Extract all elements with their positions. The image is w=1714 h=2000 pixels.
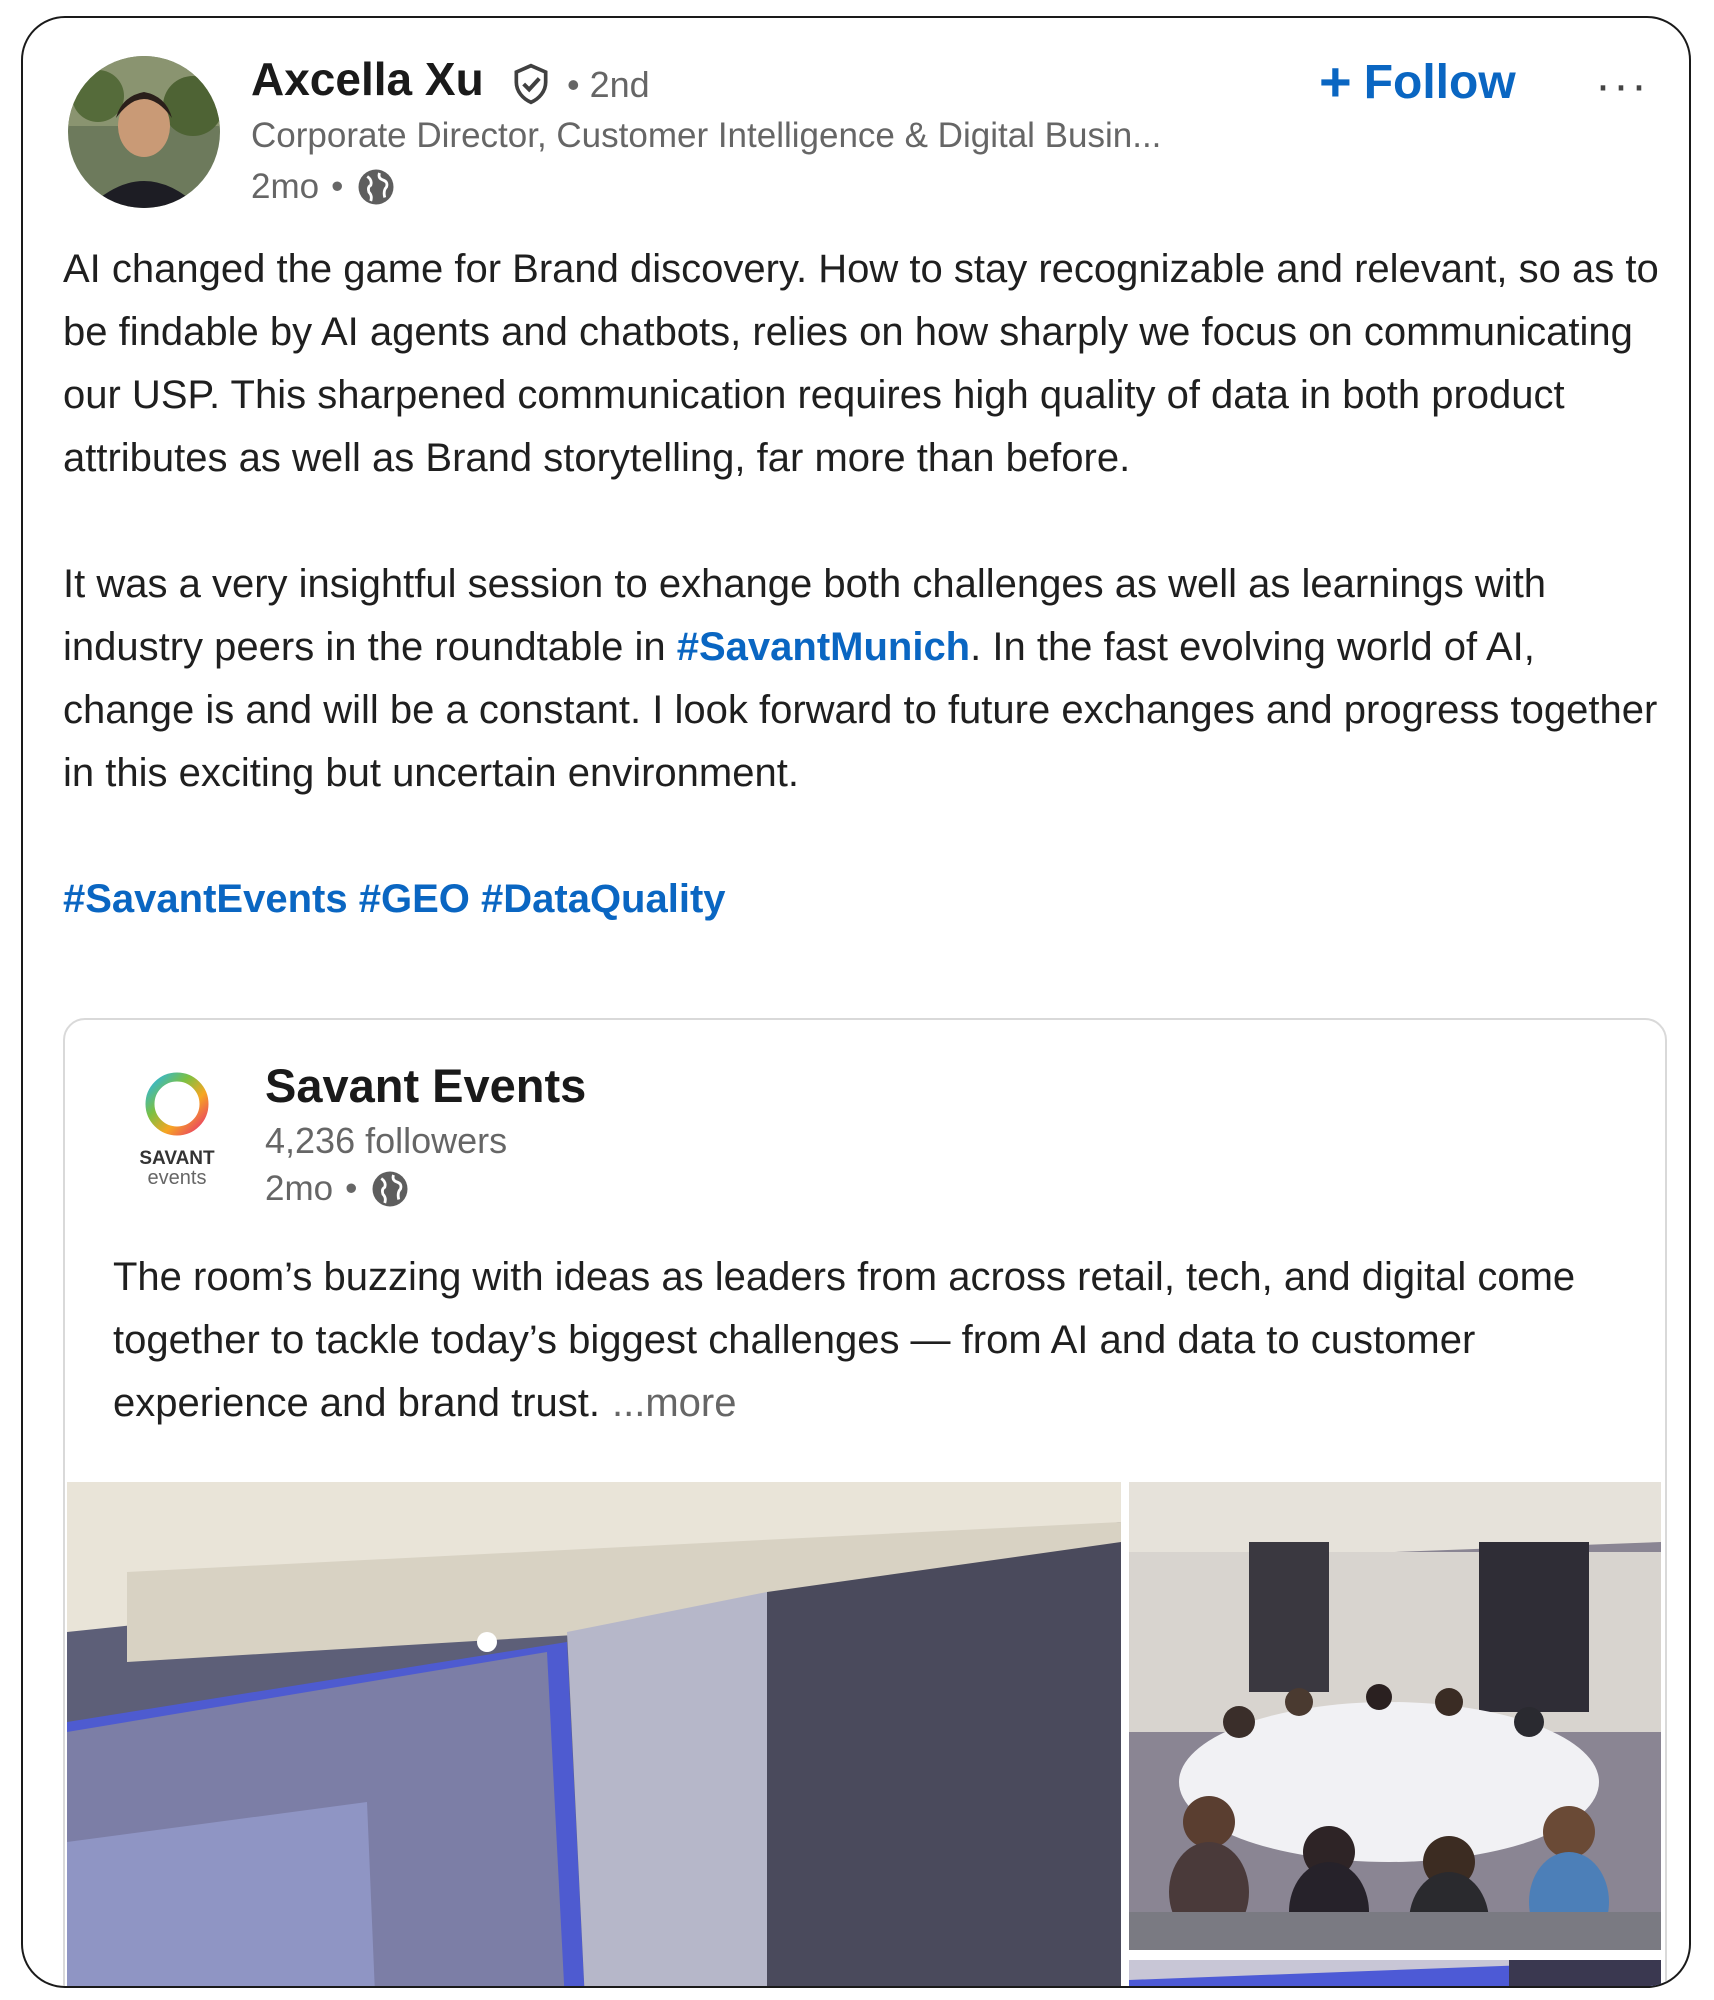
globe-icon xyxy=(358,169,394,205)
shared-post-time: 2mo xyxy=(265,1169,334,1208)
org-followers: 4,236 followers xyxy=(265,1120,508,1161)
org-name[interactable]: Savant Events xyxy=(265,1058,586,1113)
post-hashtags: #SavantEvents #GEO #DataQuality xyxy=(63,868,1663,931)
post-paragraph-1: AI changed the game for Brand discovery.… xyxy=(63,247,1659,480)
meta-separator: • xyxy=(345,1169,358,1208)
logo-word-savant: SAVANT xyxy=(139,1148,215,1169)
follow-button[interactable]: + Follow xyxy=(1319,50,1516,114)
hashtag-geo[interactable]: #GEO xyxy=(359,877,470,921)
shared-post-text: The room’s buzzing with ideas as leaders… xyxy=(113,1246,1633,1435)
author-avatar[interactable] xyxy=(68,56,220,208)
see-more-link[interactable]: ...more xyxy=(612,1381,736,1425)
globe-icon xyxy=(372,1171,408,1207)
shared-post-meta: 2mo • xyxy=(265,1168,411,1210)
event-photo-third[interactable] xyxy=(1129,1960,1661,1986)
logo-word-events: events xyxy=(148,1167,207,1188)
post-meta: 2mo • xyxy=(251,166,397,208)
more-options-icon[interactable]: ··· xyxy=(1595,58,1649,113)
savant-events-logo[interactable]: SAVANT events xyxy=(113,1060,241,1189)
connection-degree: • 2nd xyxy=(567,64,650,105)
follow-label: Follow xyxy=(1363,55,1516,109)
hashtag-savantevents[interactable]: #SavantEvents xyxy=(63,877,348,921)
post-time: 2mo xyxy=(251,167,320,206)
author-name[interactable]: Axcella Xu xyxy=(251,52,484,106)
post-paragraph-2: It was a very insightful session to exha… xyxy=(63,553,1663,805)
hashtag-dataquality[interactable]: #DataQuality xyxy=(481,877,726,921)
shared-post[interactable]: SAVANT events Savant Events 4,236 follow… xyxy=(63,1018,1667,1986)
hashtag-savantmunich[interactable]: #SavantMunich xyxy=(677,625,970,669)
feed-post-card: Axcella Xu • 2nd Corporate Director, Cus… xyxy=(21,16,1691,1988)
author-headline: Corporate Director, Customer Intelligenc… xyxy=(251,116,1162,155)
shared-post-body: The room’s buzzing with ideas as leaders… xyxy=(113,1255,1576,1425)
event-photo-main[interactable] xyxy=(67,1482,1121,1986)
plus-icon: + xyxy=(1319,50,1352,113)
event-photo-roundtable[interactable] xyxy=(1129,1482,1661,1950)
verified-shield-icon xyxy=(514,63,548,105)
post-body: AI changed the game for Brand discovery.… xyxy=(63,238,1663,931)
meta-separator: • xyxy=(331,167,344,206)
